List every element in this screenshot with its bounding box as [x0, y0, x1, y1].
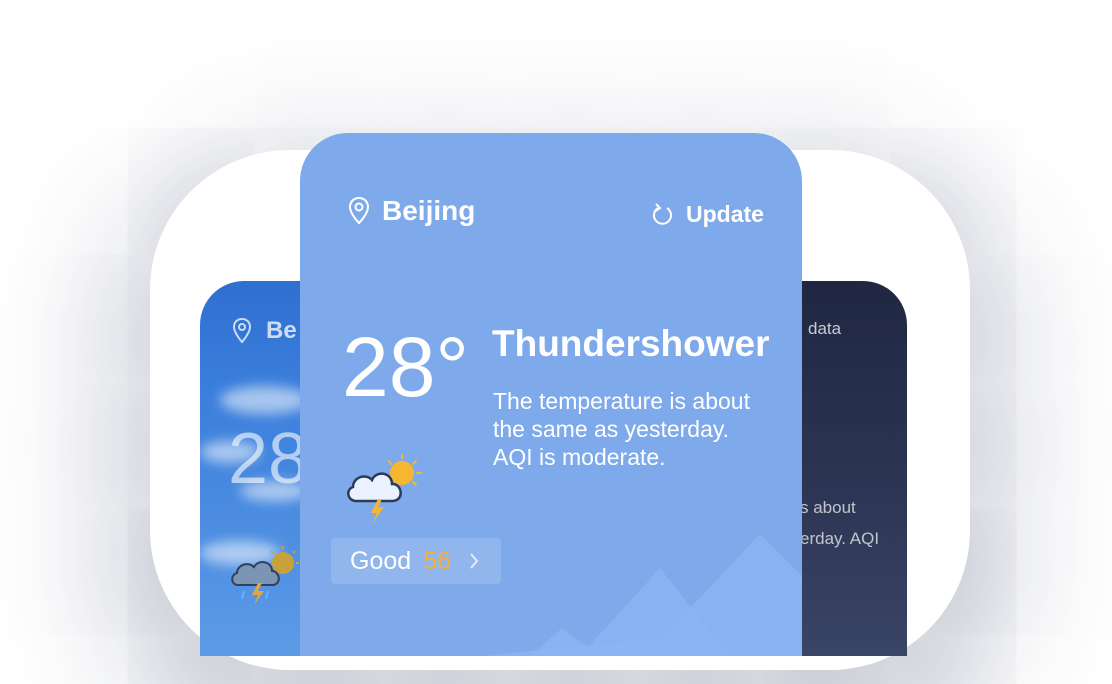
thunderstorm-sun-icon — [231, 546, 299, 605]
right-header-text: data — [808, 319, 842, 338]
description-line: The temperature is about — [493, 388, 750, 414]
condition-title: Thundershower — [492, 323, 770, 364]
right-description-line: erday. AQI — [800, 529, 880, 548]
weather-cards-stage: Be 28 data s about erday. AQI Beijing Up… — [0, 0, 1112, 684]
location-pin-icon — [348, 196, 370, 225]
location-button[interactable]: Beijing — [348, 195, 475, 227]
aqi-value: 56 — [423, 546, 451, 575]
update-button[interactable]: Update — [652, 201, 764, 228]
chevron-right-icon — [470, 553, 479, 569]
condition-description: The temperature is about the same as yes… — [493, 387, 750, 471]
location-pin-icon — [232, 318, 252, 344]
temperature-value: 28° — [342, 320, 470, 414]
aqi-label: Good — [350, 546, 412, 575]
refresh-icon — [653, 202, 672, 225]
left-location: Be — [232, 317, 297, 345]
left-city-label: Be — [266, 317, 297, 344]
weather-card-main[interactable]: Beijing Update 28° Thundershower The tem… — [300, 133, 802, 656]
description-line: AQI is moderate. — [493, 444, 666, 470]
cloud-wisp — [220, 386, 310, 414]
update-label: Update — [686, 201, 764, 227]
right-description: s about erday. AQI — [800, 492, 879, 554]
aqi-button[interactable]: Good 56 — [331, 538, 501, 584]
description-line: the same as yesterday. — [493, 416, 730, 442]
left-temperature: 28 — [228, 419, 309, 499]
right-description-line: s about — [800, 498, 856, 517]
city-label: Beijing — [382, 195, 476, 226]
thunderstorm-sun-icon — [347, 454, 422, 524]
